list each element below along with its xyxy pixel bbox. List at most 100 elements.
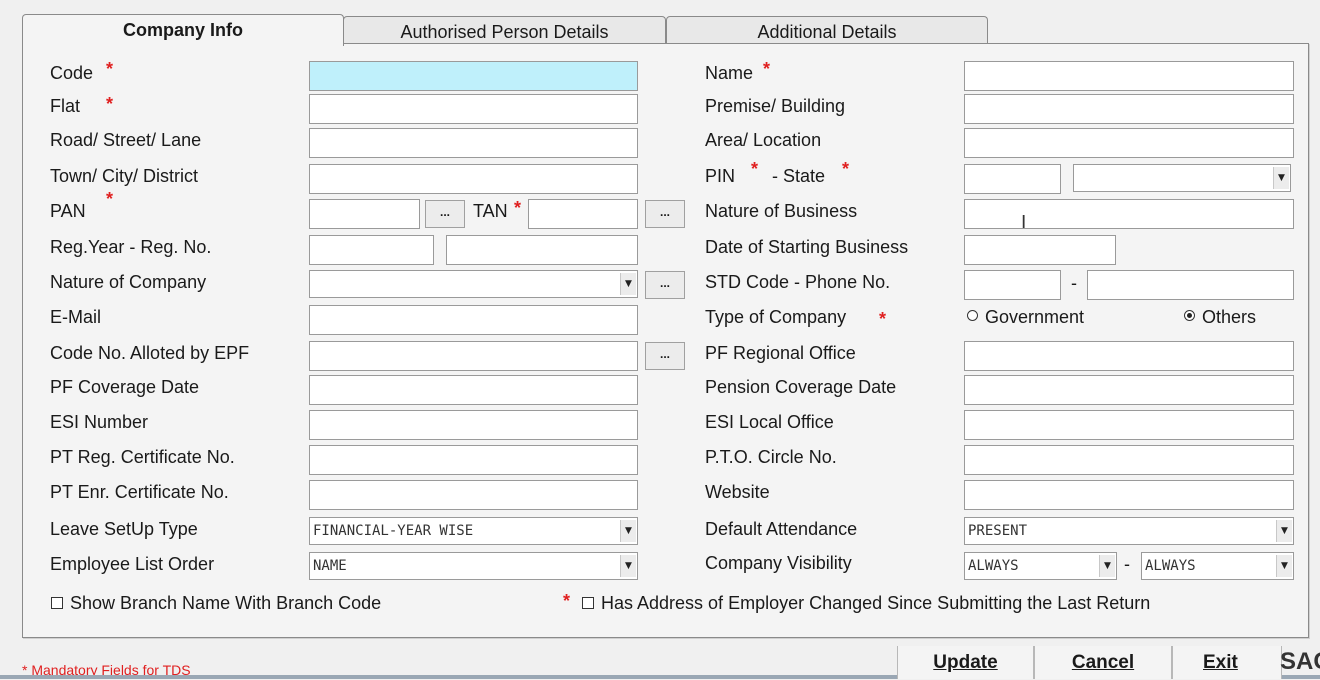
- visibility-label: Company Visibility: [705, 553, 852, 573]
- pension-coverage-input[interactable]: [964, 375, 1294, 405]
- area-label: Area/ Location: [705, 130, 822, 150]
- pf-regional-input[interactable]: [964, 341, 1294, 371]
- chevron-down-icon[interactable]: ▼: [620, 555, 636, 577]
- std-phone-label: STD Code - Phone No.: [705, 272, 891, 292]
- nature-company-label: Nature of Company: [50, 272, 207, 292]
- email-input[interactable]: [309, 305, 638, 335]
- visibility-to-select[interactable]: ALWAYS ▼: [1141, 552, 1294, 580]
- name-input[interactable]: [964, 61, 1294, 91]
- nature-company-select[interactable]: ▼: [309, 270, 638, 298]
- flat-label: Flat: [50, 96, 81, 116]
- default-attendance-value: PRESENT: [968, 523, 1028, 539]
- mandatory-star: *: [879, 309, 887, 329]
- chevron-down-icon[interactable]: ▼: [620, 520, 636, 542]
- name-label: Name: [705, 63, 754, 83]
- tab-label: Additional Details: [757, 22, 897, 42]
- employee-order-value: NAME: [313, 558, 347, 574]
- pension-coverage-label: Pension Coverage Date: [705, 377, 897, 397]
- premise-input[interactable]: [964, 94, 1294, 124]
- std-code-input[interactable]: [964, 270, 1061, 300]
- cancel-button[interactable]: Cancel: [1034, 646, 1172, 679]
- pin-input[interactable]: [964, 164, 1061, 194]
- mandatory-star: *: [106, 189, 114, 209]
- pan-input[interactable]: [309, 199, 420, 229]
- phone-input[interactable]: [1087, 270, 1294, 300]
- pan-lookup-button[interactable]: ...: [425, 200, 465, 228]
- chevron-down-icon[interactable]: ▼: [1273, 167, 1289, 189]
- road-input[interactable]: [309, 128, 638, 158]
- website-input[interactable]: [964, 480, 1294, 510]
- visibility-from-value: ALWAYS: [968, 558, 1019, 574]
- chevron-down-icon[interactable]: ▼: [620, 273, 636, 295]
- pf-coverage-input[interactable]: [309, 375, 638, 405]
- pt-enr-input[interactable]: [309, 480, 638, 510]
- chevron-down-icon[interactable]: ▼: [1276, 520, 1292, 542]
- mandatory-star: *: [751, 159, 759, 179]
- brand-logo: SAG: [1280, 648, 1320, 675]
- tab-label: Authorised Person Details: [400, 22, 609, 42]
- reg-no-input[interactable]: [446, 235, 638, 265]
- text-cursor-icon: I: [1021, 212, 1027, 233]
- nature-business-input[interactable]: [964, 199, 1294, 229]
- government-radio-label: Government: [985, 307, 1085, 327]
- update-button-label: Update: [933, 652, 998, 673]
- road-label: Road/ Street/ Lane: [50, 130, 202, 150]
- town-label: Town/ City/ District: [50, 166, 199, 186]
- default-attendance-label: Default Attendance: [705, 519, 858, 539]
- employee-order-select[interactable]: NAME ▼: [309, 552, 638, 580]
- tan-label: TAN: [473, 201, 508, 221]
- nature-company-lookup-button[interactable]: ...: [645, 271, 685, 299]
- state-select[interactable]: ▼: [1073, 164, 1291, 192]
- others-radio[interactable]: [1184, 310, 1195, 321]
- tan-input[interactable]: [528, 199, 638, 229]
- pt-enr-label: PT Enr. Certificate No.: [50, 482, 229, 502]
- tab-company-info[interactable]: Company Info: [22, 14, 344, 46]
- chevron-down-icon[interactable]: ▼: [1276, 555, 1292, 577]
- website-label: Website: [705, 482, 770, 502]
- pto-circle-input[interactable]: [964, 445, 1294, 475]
- date-start-label: Date of Starting Business: [705, 237, 909, 257]
- government-radio[interactable]: [967, 310, 978, 321]
- mandatory-star: *: [106, 59, 114, 79]
- code-input[interactable]: [309, 61, 638, 91]
- address-changed-label: Has Address of Employer Changed Since Su…: [601, 593, 1151, 613]
- tab-additional-details[interactable]: Additional Details: [666, 16, 988, 44]
- mandatory-star: *: [763, 59, 771, 79]
- epf-code-label: Code No. Alloted by EPF: [50, 343, 250, 363]
- esi-local-input[interactable]: [964, 410, 1294, 440]
- mandatory-star: *: [842, 159, 850, 179]
- reg-year-input[interactable]: [309, 235, 434, 265]
- esi-number-input[interactable]: [309, 410, 638, 440]
- pf-coverage-label: PF Coverage Date: [50, 377, 200, 397]
- update-button[interactable]: Update: [897, 646, 1034, 679]
- show-branch-checkbox[interactable]: [51, 597, 63, 609]
- flat-input[interactable]: [309, 94, 638, 124]
- visibility-separator: -: [1124, 554, 1130, 574]
- show-branch-label: Show Branch Name With Branch Code: [70, 593, 382, 613]
- leave-setup-select[interactable]: FINANCIAL-YEAR WISE ▼: [309, 517, 638, 545]
- esi-local-label: ESI Local Office: [705, 412, 834, 432]
- default-attendance-select[interactable]: PRESENT ▼: [964, 517, 1294, 545]
- epf-lookup-button[interactable]: ...: [645, 342, 685, 370]
- others-radio-label: Others: [1202, 307, 1257, 327]
- area-input[interactable]: [964, 128, 1294, 158]
- pan-label: PAN: [50, 201, 86, 221]
- tan-lookup-button[interactable]: ...: [645, 200, 685, 228]
- mandatory-star: *: [563, 591, 571, 611]
- address-changed-checkbox[interactable]: [582, 597, 594, 609]
- leave-setup-value: FINANCIAL-YEAR WISE: [313, 523, 474, 539]
- premise-label: Premise/ Building: [705, 96, 846, 116]
- nature-business-label: Nature of Business: [705, 201, 858, 221]
- code-label: Code: [50, 63, 94, 83]
- visibility-from-select[interactable]: ALWAYS ▼: [964, 552, 1117, 580]
- chevron-down-icon[interactable]: ▼: [1099, 555, 1115, 577]
- esi-number-label: ESI Number: [50, 412, 149, 432]
- tab-authorised-person[interactable]: Authorised Person Details: [343, 16, 666, 44]
- phone-separator: -: [1071, 273, 1077, 293]
- town-input[interactable]: [309, 164, 638, 194]
- epf-code-input[interactable]: [309, 341, 638, 371]
- exit-button[interactable]: Exit: [1172, 646, 1282, 679]
- pt-reg-input[interactable]: [309, 445, 638, 475]
- state-label: - State: [772, 166, 826, 186]
- date-start-input[interactable]: [964, 235, 1116, 265]
